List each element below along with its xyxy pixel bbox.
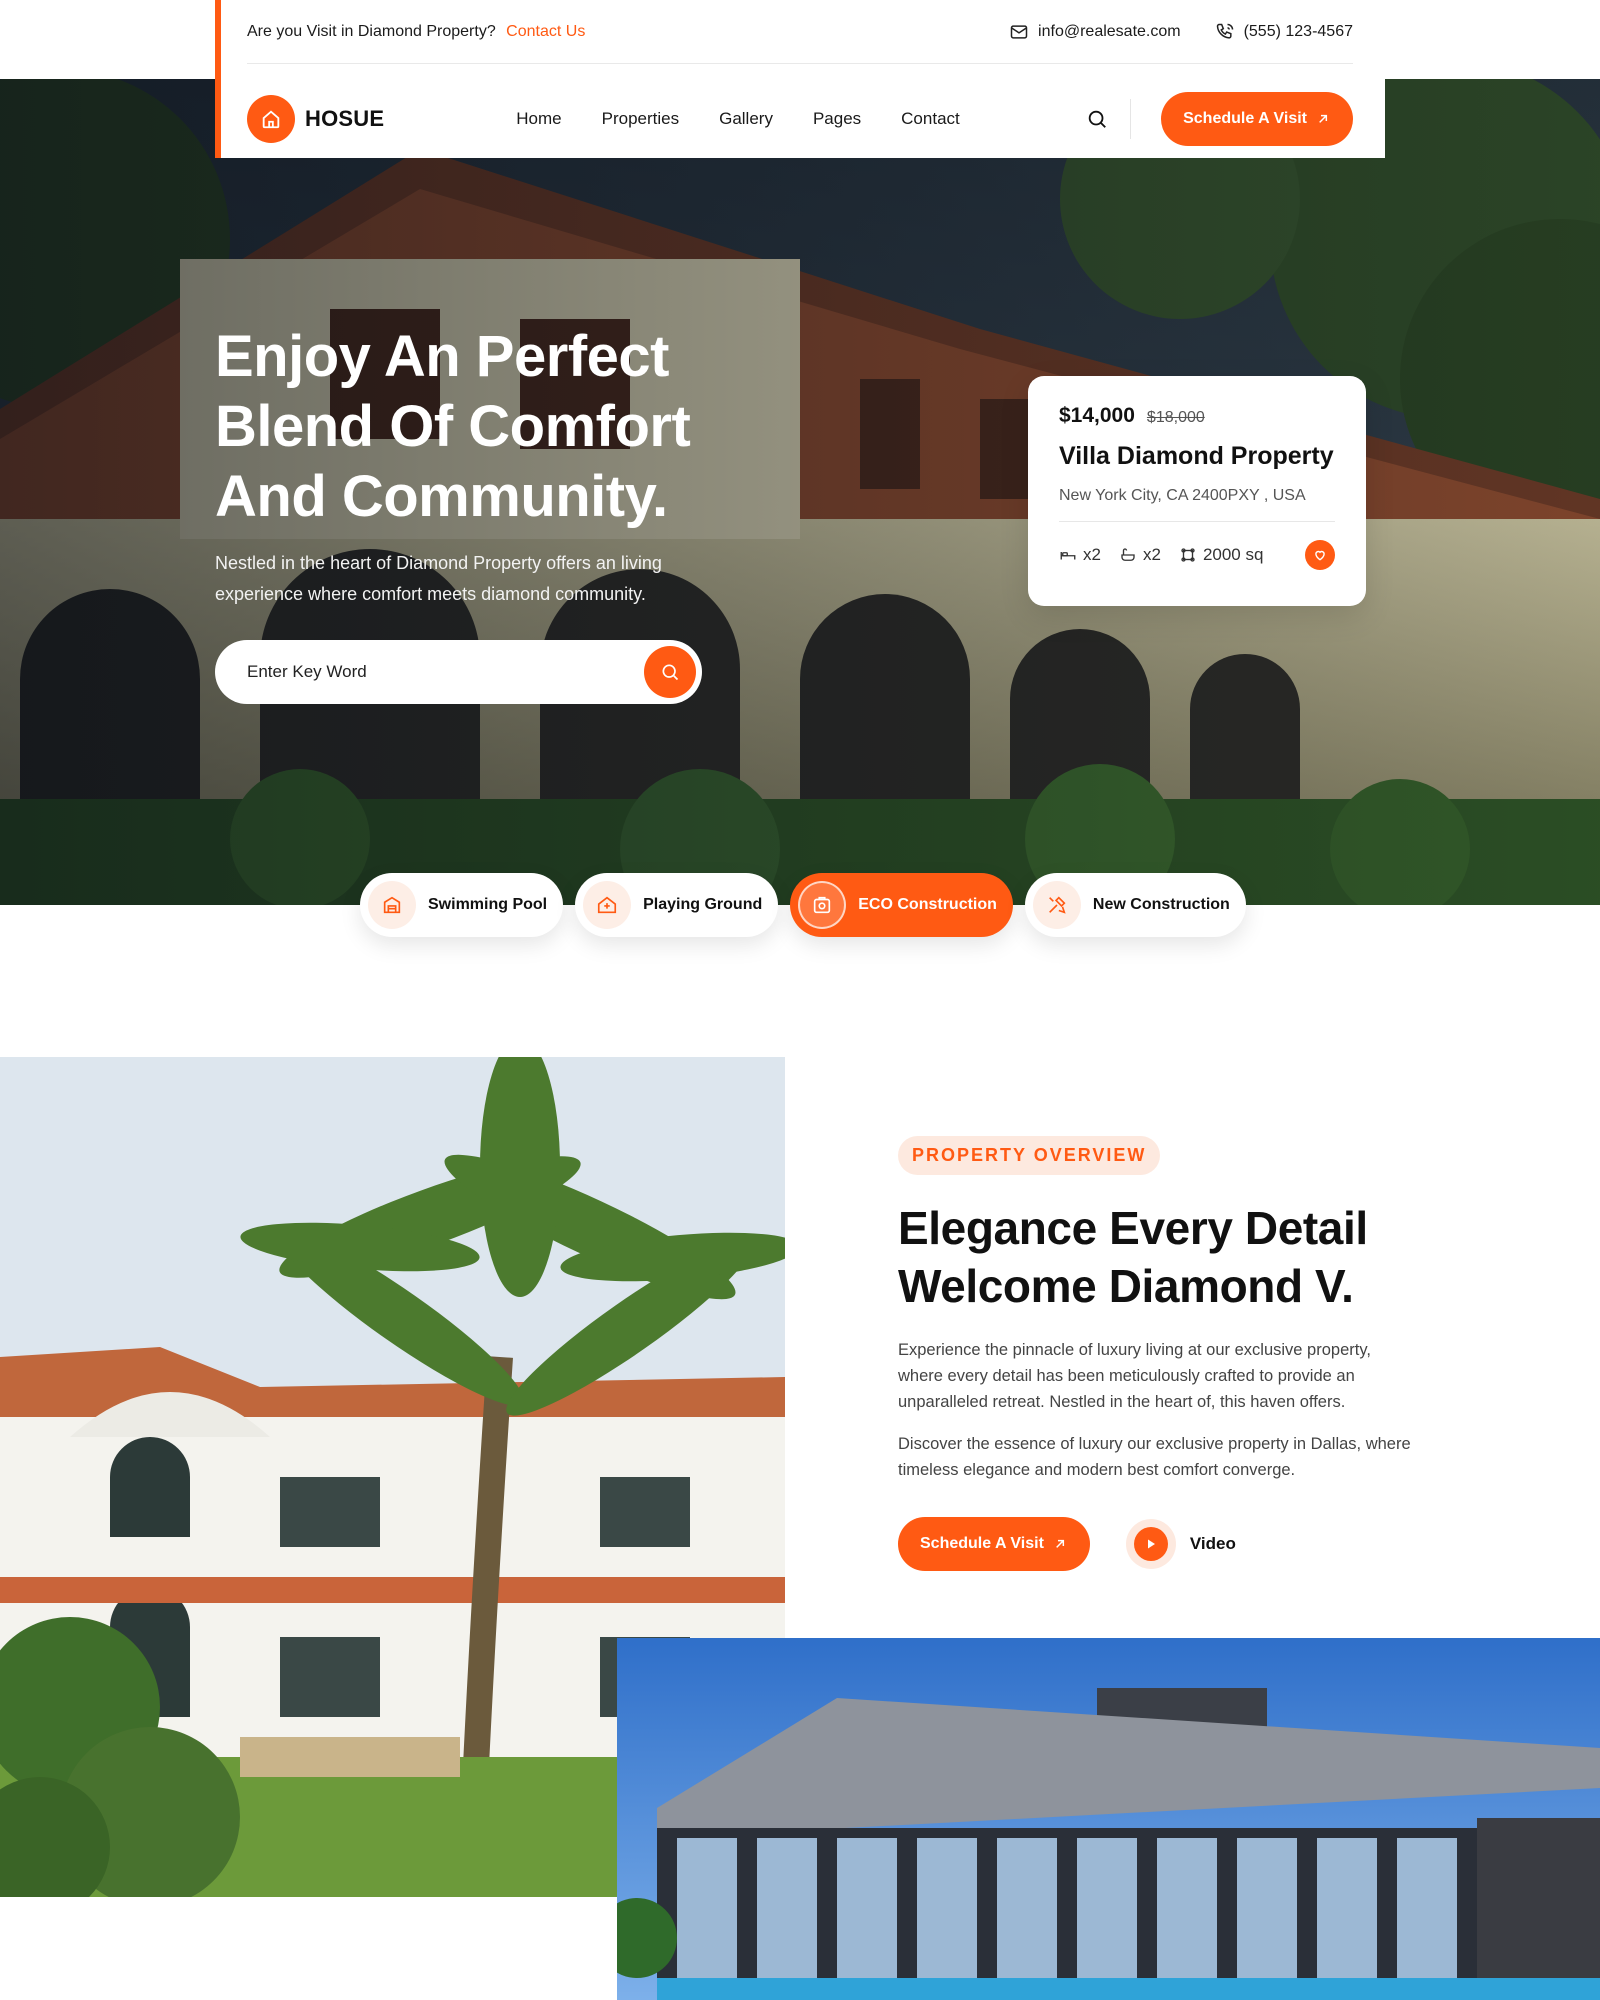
phone-icon — [1216, 23, 1233, 39]
feature-pills: Swimming Pool Playing Ground ECO Constru… — [360, 873, 1246, 937]
nav-item-pages[interactable]: Pages — [813, 109, 861, 129]
property-overview: PROPERTY OVERVIEW Elegance Every Detail … — [898, 1136, 1418, 1571]
overview-paragraph-1: Experience the pinnacle of luxury living… — [898, 1341, 1371, 1411]
area-icon — [1181, 548, 1195, 562]
tools-icon — [1049, 896, 1066, 914]
phone-contact[interactable]: (555) 123-4567 — [1215, 22, 1353, 42]
play-dot — [1133, 1527, 1168, 1561]
pill-icon-wrap — [1032, 881, 1081, 929]
arrow-up-right-icon — [1319, 114, 1328, 123]
mail-icon — [1010, 24, 1028, 39]
beds-feature: x2 — [1059, 545, 1101, 565]
schedule-visit-button[interactable]: Schedule A Visit — [1161, 91, 1353, 146]
nav-menu: Home Properties Gallery Pages Contact — [516, 109, 960, 129]
area-feature: 2000 sq — [1179, 545, 1264, 565]
logo-badge — [247, 94, 295, 143]
nav-actions: Schedule A Visit — [1084, 91, 1353, 146]
overview-actions: Schedule A Visit Video — [898, 1517, 1418, 1571]
topbar-accent-bar — [215, 0, 221, 158]
visit-question: Are you Visit in Diamond Property? — [247, 22, 496, 40]
play-icon — [1147, 1539, 1155, 1549]
pool-icon — [383, 896, 401, 914]
overview-title: Elegance Every Detail Welcome Diamond V. — [898, 1202, 1368, 1312]
topbar-left: Are you Visit in Diamond Property? Conta… — [247, 23, 585, 41]
feature-pill-swimming-pool[interactable]: Swimming Pool — [360, 873, 564, 937]
pill-icon-wrap — [583, 881, 632, 929]
bed-icon — [1060, 552, 1076, 560]
nav-item-properties[interactable]: Properties — [602, 109, 679, 129]
property-location: New York City, CA 2400PXY , USA — [1059, 487, 1335, 522]
area-size: 2000 sq — [1202, 545, 1264, 564]
search-icon — [662, 664, 679, 681]
schedule-visit-label: Schedule A Visit — [1183, 109, 1307, 127]
overview-schedule-label: Schedule A Visit — [920, 1535, 1044, 1552]
topbar-inner: Are you Visit in Diamond Property? Conta… — [247, 0, 1353, 64]
home-icon — [262, 109, 280, 128]
current-price: $14,000 — [1059, 404, 1135, 427]
property-features: x2 x2 2000 sq — [1059, 540, 1335, 570]
contact-us-link[interactable]: Contact Us — [506, 23, 585, 40]
feature-pill-new-construction[interactable]: New Construction — [1024, 873, 1246, 937]
overview-paragraph-2: Discover the essence of luxury our exclu… — [898, 1435, 1411, 1479]
feature-pill-playing-ground[interactable]: Playing Ground — [575, 873, 779, 937]
old-price: $18,000 — [1146, 409, 1205, 426]
brand-logo[interactable]: HOSUE — [247, 94, 385, 143]
email-text: info@realesate.com — [1038, 22, 1181, 40]
featured-property-card[interactable]: $14,000 $18,000 Villa Diamond Property N… — [1028, 376, 1366, 606]
nav-item-home[interactable]: Home — [516, 109, 561, 129]
search-icon — [1088, 110, 1107, 128]
main-navbar: HOSUE Home Properties Gallery Pages Cont… — [215, 79, 1385, 158]
nav-search-button[interactable] — [1084, 106, 1110, 132]
pill-icon-wrap — [368, 881, 416, 929]
ground-icon — [598, 896, 617, 914]
baths-count: x2 — [1142, 545, 1161, 564]
pill-label: ECO Construction — [858, 896, 997, 913]
hero-search-bar — [215, 640, 702, 704]
video-play-button[interactable]: Video — [1125, 1519, 1236, 1569]
price-row: $14,000 $18,000 — [1059, 404, 1335, 428]
pill-label: Playing Ground — [643, 896, 763, 913]
heart-icon — [1315, 550, 1325, 561]
nav-divider — [1130, 98, 1132, 139]
hero-subtitle: Nestled in the heart of Diamond Property… — [215, 553, 662, 604]
modern-villa-image — [617, 1638, 1600, 2000]
play-ring — [1125, 1519, 1176, 1569]
pill-label: New Construction — [1092, 896, 1230, 913]
pill-label: Swimming Pool — [428, 896, 548, 913]
nav-item-gallery[interactable]: Gallery — [719, 109, 773, 129]
keyword-search-input[interactable] — [247, 662, 644, 682]
nav-item-contact[interactable]: Contact — [901, 109, 960, 129]
modern-villa-illustration — [617, 1638, 1600, 2000]
hero-title: Enjoy An Perfect Blend Of Comfort And Co… — [215, 324, 691, 529]
favorite-button[interactable] — [1305, 540, 1335, 570]
section-tag: PROPERTY OVERVIEW — [898, 1136, 1161, 1175]
pill-icon-wrap — [798, 881, 847, 929]
overview-schedule-button[interactable]: Schedule A Visit — [898, 1517, 1090, 1571]
feature-pill-eco-construction[interactable]: ECO Construction — [790, 873, 1013, 937]
email-contact[interactable]: info@realesate.com — [1009, 22, 1181, 42]
topbar: Are you Visit in Diamond Property? Conta… — [215, 0, 1385, 64]
eco-icon — [814, 896, 831, 914]
keyword-search-button[interactable] — [644, 646, 696, 698]
baths-feature: x2 — [1119, 545, 1161, 565]
property-name: Villa Diamond Property — [1059, 442, 1334, 470]
phone-text: (555) 123-4567 — [1243, 22, 1353, 40]
bath-icon — [1121, 548, 1135, 561]
video-label: Video — [1189, 1534, 1236, 1553]
arrow-up-right-icon — [1056, 1539, 1064, 1548]
beds-count: x2 — [1083, 545, 1101, 564]
brand-name: HOSUE — [305, 105, 385, 131]
topbar-contacts: info@realesate.com (555) 123-4567 — [1009, 22, 1353, 42]
